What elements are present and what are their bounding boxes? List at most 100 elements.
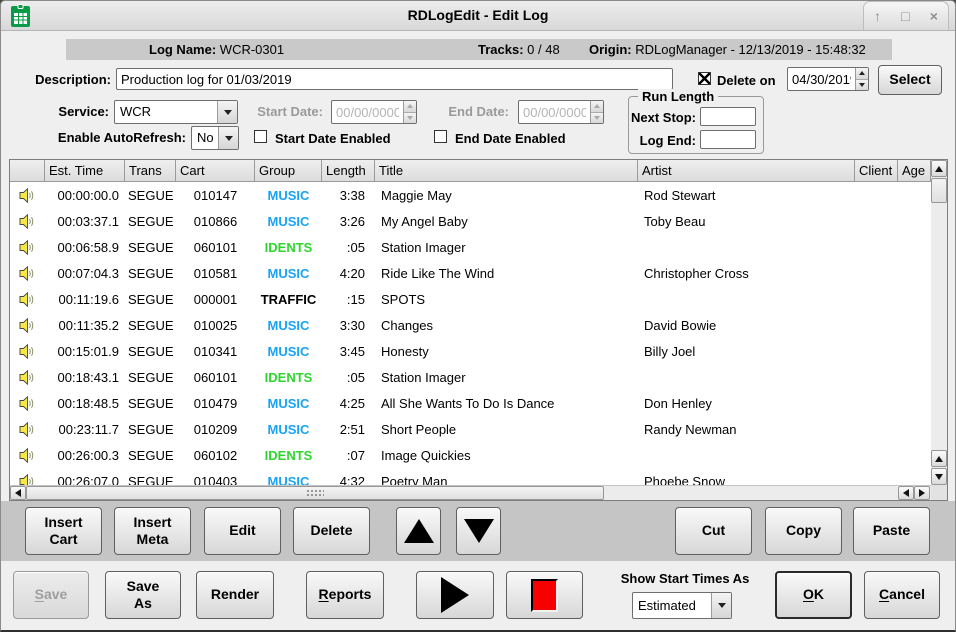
cell-trans: SEGUE: [125, 448, 176, 463]
save-as-button[interactable]: Save As: [105, 571, 181, 619]
edit-button[interactable]: Edit: [204, 507, 281, 555]
cell-artist: Billy Joel: [638, 344, 855, 359]
cell-length: :05: [322, 240, 375, 255]
play-button[interactable]: [416, 571, 494, 619]
next-stop-label: Next Stop:: [629, 110, 696, 125]
log-row[interactable]: 00:15:01.9SEGUE010341MUSIC3:45HonestyBil…: [10, 338, 931, 364]
cell-cart: 060101: [176, 370, 255, 385]
start-date-spinner: [403, 101, 416, 123]
delete-date-input[interactable]: [788, 68, 855, 90]
column-header-group[interactable]: Group: [255, 160, 322, 182]
cell-artist: Rod Stewart: [638, 188, 855, 203]
scroll-right-button[interactable]: [914, 486, 930, 500]
stop-button[interactable]: [506, 571, 583, 619]
cell-group: MUSIC: [255, 214, 322, 229]
cell-time: 00:11:19.6: [45, 292, 125, 307]
cell-cart: 060102: [176, 448, 255, 463]
log-row[interactable]: 00:07:04.3SEGUE010581MUSIC4:20Ride Like …: [10, 260, 931, 286]
column-header-cart[interactable]: Cart: [176, 160, 255, 182]
maximize-icon[interactable]: □: [901, 9, 909, 23]
log-row[interactable]: 00:26:07.0SEGUE010403MUSIC4:32Poetry Man…: [10, 468, 931, 485]
scroll-up-button-2[interactable]: [931, 450, 947, 467]
column-header-trans[interactable]: Trans: [125, 160, 176, 182]
insert-meta-button[interactable]: Insert Meta: [114, 507, 191, 555]
show-start-times-combo[interactable]: Estimated: [632, 592, 732, 619]
cell-group: IDENTS: [255, 448, 322, 463]
column-header-age[interactable]: Age: [898, 160, 931, 182]
autorefresh-label: Enable AutoRefresh:: [9, 130, 186, 145]
service-combo[interactable]: WCR: [114, 100, 238, 124]
horizontal-scrollbar[interactable]: [10, 485, 931, 500]
move-down-button[interactable]: [456, 507, 501, 555]
column-header-est-time[interactable]: Est. Time: [45, 160, 125, 182]
service-label: Service:: [9, 104, 109, 119]
spin-down-icon[interactable]: [859, 83, 865, 87]
cell-group: IDENTS: [255, 370, 322, 385]
end-date-enabled-label: End Date Enabled: [455, 131, 566, 146]
log-row[interactable]: 00:06:58.9SEGUE060101IDENTS:05Station Im…: [10, 234, 931, 260]
row-speaker-cell: [10, 318, 45, 333]
speaker-icon: [19, 344, 36, 359]
spin-up-icon[interactable]: [859, 71, 865, 75]
cut-button[interactable]: Cut: [675, 507, 752, 555]
title-bar[interactable]: RDLogEdit - Edit Log ↑ □ ×: [1, 1, 955, 31]
copy-button[interactable]: Copy: [765, 507, 842, 555]
speaker-icon: [19, 396, 36, 411]
column-header-artist[interactable]: Artist: [638, 160, 855, 182]
log-row[interactable]: 00:00:00.0SEGUE010147MUSIC3:38Maggie May…: [10, 182, 931, 208]
log-row[interactable]: 00:11:35.2SEGUE010025MUSIC3:30ChangesDav…: [10, 312, 931, 338]
show-start-times-value: Estimated: [633, 593, 711, 618]
delete-on-checkbox[interactable]: [698, 72, 711, 85]
delete-date-spinner[interactable]: [855, 68, 868, 90]
column-header-icon[interactable]: [10, 160, 45, 182]
log-table: Est. TimeTransCartGroupLengthTitleArtist…: [9, 159, 948, 501]
select-date-button[interactable]: Select: [878, 65, 942, 95]
log-row[interactable]: 00:03:37.1SEGUE010866MUSIC3:26My Angel B…: [10, 208, 931, 234]
edit-toolbar: Insert CartInsert Meta EditDelete Cut CopyP…: [1, 501, 956, 561]
move-down-icon: [464, 519, 494, 543]
show-start-times-label: Show Start Times As: [605, 571, 765, 586]
cell-group: MUSIC: [255, 188, 322, 203]
scroll-down-button[interactable]: [931, 468, 947, 485]
cell-cart: 010403: [176, 474, 255, 486]
move-up-button[interactable]: [396, 507, 441, 555]
render-button[interactable]: Render: [196, 571, 274, 619]
reports-button[interactable]: Reports: [306, 571, 384, 619]
end-date-enabled-checkbox[interactable]: [434, 130, 447, 143]
paste-button[interactable]: Paste: [853, 507, 930, 555]
delete-date-field[interactable]: [787, 67, 869, 91]
insert-cart-button[interactable]: Insert Cart: [25, 507, 102, 555]
column-header-title[interactable]: Title: [375, 160, 638, 182]
close-icon[interactable]: ×: [930, 9, 938, 23]
speaker-icon: [19, 292, 36, 307]
cell-trans: SEGUE: [125, 214, 176, 229]
horizontal-scroll-thumb[interactable]: [26, 486, 604, 500]
log-row[interactable]: 00:26:00.3SEGUE060102IDENTS:07Image Quic…: [10, 442, 931, 468]
row-speaker-cell: [10, 214, 45, 229]
column-header-length[interactable]: Length: [322, 160, 375, 182]
end-date-field: [518, 100, 604, 124]
cell-title: Station Imager: [375, 240, 638, 255]
scroll-up-button[interactable]: [931, 160, 947, 177]
scroll-left-button-2[interactable]: [898, 486, 914, 500]
log-row[interactable]: 00:11:19.6SEGUE000001TRAFFIC:15SPOTS: [10, 286, 931, 312]
autorefresh-combo[interactable]: No: [191, 126, 239, 150]
column-header-client[interactable]: Client: [855, 160, 898, 182]
vertical-scroll-thumb[interactable]: [931, 178, 947, 203]
ok-button[interactable]: OK: [775, 571, 852, 619]
shade-icon[interactable]: ↑: [874, 9, 881, 23]
log-row[interactable]: 00:18:48.5SEGUE010479MUSIC4:25All She Wa…: [10, 390, 931, 416]
description-input[interactable]: [116, 68, 673, 90]
cell-title: Short People: [375, 422, 638, 437]
cell-group: IDENTS: [255, 240, 322, 255]
start-date-enabled-checkbox[interactable]: [254, 130, 267, 143]
origin: Origin: RDLogManager - 12/13/2019 - 15:4…: [589, 42, 866, 57]
cancel-button[interactable]: Cancel: [864, 571, 940, 619]
log-row[interactable]: 00:18:43.1SEGUE060101IDENTS:05Station Im…: [10, 364, 931, 390]
vertical-scrollbar[interactable]: [931, 160, 947, 485]
delete-button[interactable]: Delete: [293, 507, 370, 555]
scroll-left-button[interactable]: [10, 486, 26, 500]
cell-cart: 010866: [176, 214, 255, 229]
log-row[interactable]: 00:23:11.7SEGUE010209MUSIC2:51Short Peop…: [10, 416, 931, 442]
window-controls: ↑ □ ×: [863, 1, 949, 30]
